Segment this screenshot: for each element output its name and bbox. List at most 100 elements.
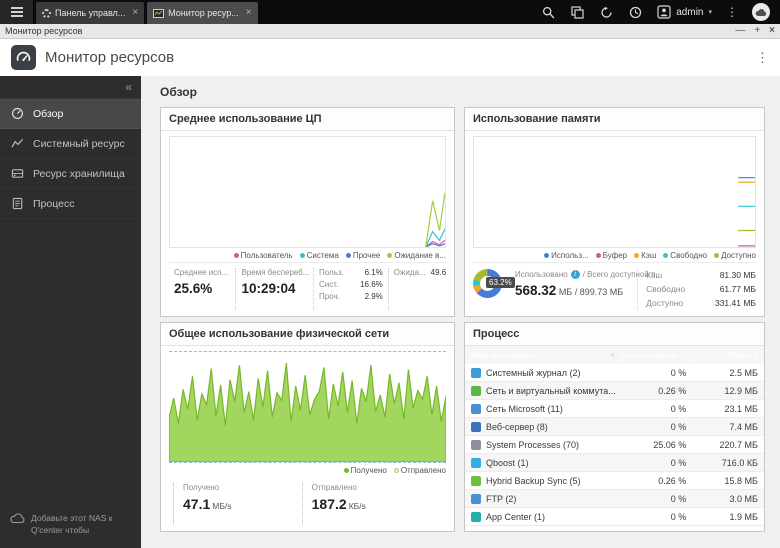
sidebar-item-storage-resource[interactable]: Ресурс хранилища: [0, 159, 141, 189]
user-menu[interactable]: admin ▾: [657, 5, 712, 19]
legend-item: Использ...: [544, 251, 589, 260]
legend-label: Кэш: [641, 251, 656, 260]
legend-label: Ожидание в...: [394, 251, 446, 260]
process-memory: 2.5 МБ: [692, 364, 764, 381]
process-cpu: 0 %: [620, 508, 692, 525]
column-memory[interactable]: Память: [692, 346, 764, 364]
tab-close-icon[interactable]: ×: [132, 8, 138, 18]
content: Обзор Среднее использование ЦП Пользоват…: [141, 76, 780, 548]
qcenter-promo[interactable]: Добавьте этот NAS к Q'center чтобы: [0, 505, 141, 548]
legend-dot: [714, 253, 719, 258]
process-cpu: 0.26 %: [620, 382, 692, 399]
legend-dot: [394, 468, 399, 473]
tab-resource-monitor[interactable]: Монитор ресур... ×: [147, 2, 257, 24]
window-titlebar: Монитор ресурсов — + ×: [0, 24, 780, 39]
dashboard-grid: Среднее использование ЦП Пользователь Си…: [160, 107, 780, 532]
legend-dot: [596, 253, 601, 258]
cpu-breakdown: Польз.6.1% Сист.16.6% Проч.2.9%: [313, 268, 388, 310]
memory-used-label: Использовано: [515, 270, 568, 279]
legend-dot: [300, 253, 305, 258]
cpu-uptime-value: 10:29:04: [241, 281, 308, 296]
search-icon[interactable]: [541, 5, 556, 20]
close-button[interactable]: ×: [769, 26, 775, 36]
topbar-actions: admin ▾ ⋮: [541, 0, 780, 24]
legend-item: Буфер: [596, 251, 627, 260]
legend-dot: [387, 253, 392, 258]
memory-free-stat: Свободно61.77 МБ: [646, 284, 756, 294]
legend-label: Использ...: [551, 251, 589, 260]
memory-available-stat: Доступно331.41 МБ: [646, 298, 756, 308]
process-name: App Center (1): [486, 512, 545, 522]
app-main: « Обзор Системный ресурс Ресурс хранилищ…: [0, 76, 780, 548]
legend-item: Пользователь: [234, 251, 293, 260]
process-name: FTP (2): [486, 494, 516, 504]
sync-icon[interactable]: [599, 5, 614, 20]
username: admin: [676, 7, 703, 18]
table-row[interactable]: Сеть и виртуальный коммута... 0.26 % 12.…: [465, 382, 764, 400]
panel-title: Использование памяти: [465, 108, 764, 131]
app-menu-icon[interactable]: ⋮: [756, 50, 769, 66]
app-icon: [471, 440, 481, 450]
process-cpu: 25.06 %: [620, 436, 692, 453]
process-cpu: 0 %: [620, 490, 692, 507]
memory-details: Кэш81.30 МБ Свободно61.77 МБ Доступно331…: [637, 269, 756, 310]
sidebar-item-process[interactable]: Процесс: [0, 189, 141, 219]
sidebar-item-label: Процесс: [33, 198, 74, 210]
table-row[interactable]: FTP (2) 0 % 3.0 МБ: [465, 490, 764, 508]
table-row[interactable]: Qboost (1) 0 % 716.0 КБ: [465, 454, 764, 472]
table-row[interactable]: Hybrid Backup Sync (5) 0.26 % 15.8 МБ: [465, 472, 764, 490]
window-title: Монитор ресурсов: [5, 26, 82, 36]
gear-icon: [42, 9, 51, 18]
column-cpu-usage[interactable]: Использование ...: [620, 346, 692, 364]
process-memory: 15.8 МБ: [692, 472, 764, 489]
table-row[interactable]: Системный журнал (2) 0 % 2.5 МБ: [465, 364, 764, 382]
table-row[interactable]: App Center (1) 0 % 1.9 МБ: [465, 508, 764, 526]
table-row[interactable]: System Processes (70) 25.06 % 220.7 МБ: [465, 436, 764, 454]
cpu-legend: Пользователь Система Прочее Ожидание в..…: [169, 251, 446, 260]
legend-item: Получено: [344, 466, 387, 475]
column-name[interactable]: Имя приложения▾: [465, 346, 620, 364]
panel-title: Среднее использование ЦП: [161, 108, 454, 131]
app-icon: [471, 512, 481, 522]
tab-close-icon[interactable]: ×: [246, 8, 252, 18]
sidebar: « Обзор Системный ресурс Ресурс хранилищ…: [0, 76, 141, 548]
app-title: Монитор ресурсов: [45, 49, 174, 66]
background-tasks-icon[interactable]: [570, 5, 585, 20]
page-title: Обзор: [160, 85, 780, 99]
cpu-chart: [169, 136, 446, 248]
window-controls: — + ×: [735, 26, 775, 36]
table-header[interactable]: Имя приложения▾ Использование ... Память: [465, 346, 764, 364]
desktop-topbar: Панель управл... × Монитор ресур... ×: [0, 0, 780, 24]
cpu-iowait-stat: Ожида...49.6%: [394, 268, 441, 277]
table-row[interactable]: Веб-сервер (8) 0 % 7.4 МБ: [465, 418, 764, 436]
qcenter-promo-text: Добавьте этот NAS к Q'center чтобы: [31, 513, 112, 536]
dashboard-cloud-button[interactable]: [752, 3, 770, 21]
legend-dot: [234, 253, 239, 258]
notifications-clock-icon[interactable]: [628, 5, 643, 20]
memory-panel: Использование памяти Использ... Буфер Кэ…: [464, 107, 765, 317]
cpu-system-stat: Сист.16.6%: [319, 280, 383, 289]
maximize-button[interactable]: +: [754, 26, 760, 36]
memory-donut-wrap: 63.2%: [473, 269, 509, 310]
sidebar-item-overview[interactable]: Обзор: [0, 99, 141, 129]
cpu-uptime-stat: Время беспереб... 10:29:04: [235, 268, 313, 310]
tab-control-panel[interactable]: Панель управл... ×: [36, 2, 144, 24]
main-menu-button[interactable]: [0, 0, 34, 24]
legend-label: Получено: [351, 466, 387, 475]
network-legend: Получено Отправлено: [169, 466, 446, 475]
memory-stats: 63.2% Использовано i / Всего доступной п…: [473, 262, 756, 310]
process-name: Qboost (1): [486, 458, 529, 468]
more-options-icon[interactable]: ⋮: [726, 5, 738, 19]
stat-label: Время беспереб...: [241, 268, 308, 277]
process-memory: 3.0 МБ: [692, 490, 764, 507]
monitor-icon: [153, 9, 164, 18]
sidebar-item-system-resource[interactable]: Системный ресурс: [0, 129, 141, 159]
table-row[interactable]: Сеть Microsoft (11) 0 % 23.1 МБ: [465, 400, 764, 418]
minimize-button[interactable]: —: [735, 26, 745, 36]
memory-donut-label: 63.2%: [486, 277, 515, 288]
sidebar-collapse-button[interactable]: «: [0, 76, 141, 99]
info-icon[interactable]: i: [571, 270, 580, 279]
network-stats: Получено 47.1МБ/s Отправлено 187.2КБ/s: [169, 477, 446, 525]
legend-label: Прочее: [353, 251, 381, 260]
cpu-panel: Среднее использование ЦП Пользователь Си…: [160, 107, 455, 317]
